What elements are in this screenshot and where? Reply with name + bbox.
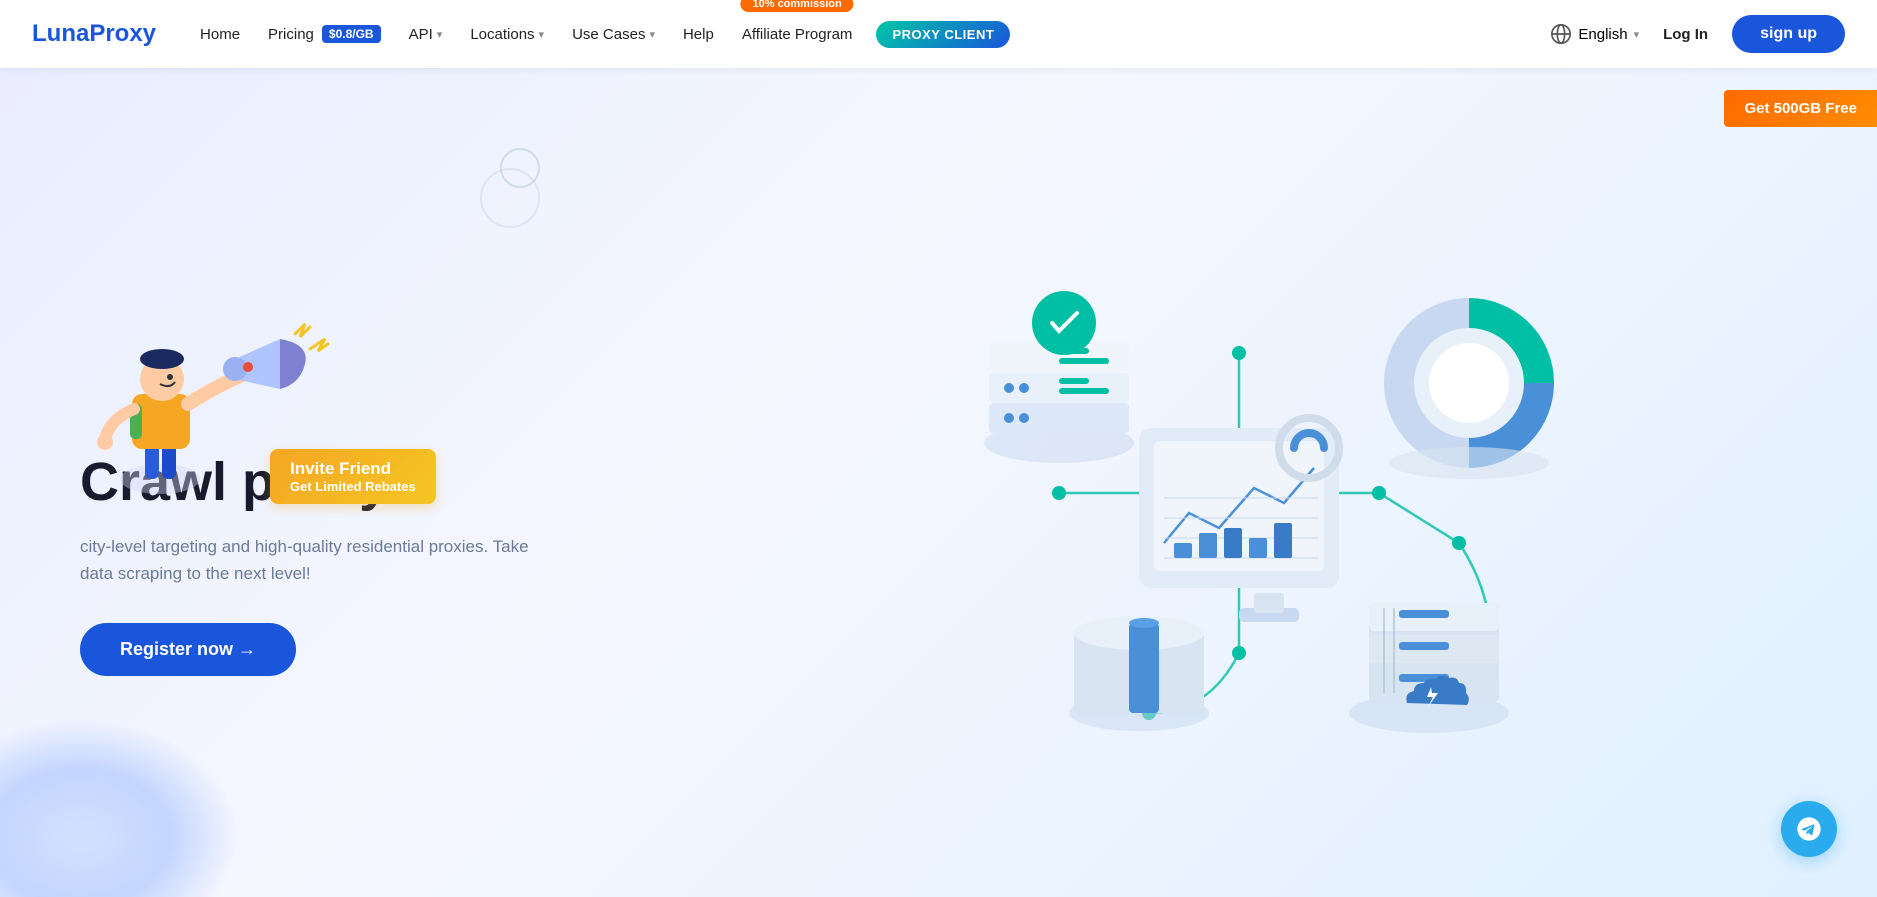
navbar: LunaProxy Home Pricing $0.8/GB API ▾ Loc… <box>0 0 1877 68</box>
invite-banner: Invite Friend Get Limited Rebates <box>270 449 436 504</box>
hero-left: Invite Friend Get Limited Rebates Crawl … <box>80 289 640 676</box>
language-label: English <box>1578 26 1627 43</box>
circle-deco-2 <box>500 148 540 188</box>
nav-locations[interactable]: Locations ▾ <box>458 18 556 51</box>
locations-chevron: ▾ <box>539 28 545 41</box>
pricing-badge: $0.8/GB <box>322 25 381 43</box>
nav-links: Home Pricing $0.8/GB API ▾ Locations ▾ U… <box>188 17 1550 51</box>
free-badge[interactable]: Get 500GB Free <box>1724 90 1877 127</box>
character-illustration: Invite Friend Get Limited Rebates <box>80 289 640 489</box>
login-button[interactable]: Log In <box>1651 20 1720 49</box>
logo[interactable]: LunaProxy <box>32 20 156 48</box>
invite-line1: Invite Friend <box>290 459 416 479</box>
proxy-client-button[interactable]: PROXY CLIENT <box>876 21 1010 48</box>
commission-badge: 10% commission <box>740 0 853 12</box>
lang-chevron: ▾ <box>1634 28 1640 41</box>
globe-icon <box>1550 23 1572 45</box>
isometric-illustration <box>859 173 1579 793</box>
use-cases-chevron: ▾ <box>649 28 655 41</box>
nav-affiliate[interactable]: Affiliate Program <box>730 18 865 51</box>
nav-home[interactable]: Home <box>188 18 252 51</box>
nav-api[interactable]: API ▾ <box>397 18 455 51</box>
register-button[interactable]: Register now → <box>80 623 296 676</box>
telegram-button[interactable] <box>1781 801 1837 857</box>
nav-affiliate-wrapper: 10% commission Affiliate Program <box>730 18 865 51</box>
nav-pricing[interactable]: Pricing $0.8/GB <box>256 17 393 51</box>
invite-line2: Get Limited Rebates <box>290 479 416 494</box>
nav-right: English ▾ Log In sign up <box>1550 15 1845 53</box>
hero-description: city-level targeting and high-quality re… <box>80 533 560 587</box>
telegram-icon <box>1795 815 1823 843</box>
nav-help[interactable]: Help <box>671 18 726 51</box>
hero-right <box>640 133 1797 833</box>
blob-decoration-left <box>0 717 240 897</box>
api-chevron: ▾ <box>437 28 443 41</box>
language-selector[interactable]: English ▾ <box>1550 23 1639 45</box>
nav-use-cases[interactable]: Use Cases ▾ <box>560 18 667 51</box>
hero-section: Invite Friend Get Limited Rebates Crawl … <box>0 68 1877 897</box>
signup-button[interactable]: sign up <box>1732 15 1845 53</box>
